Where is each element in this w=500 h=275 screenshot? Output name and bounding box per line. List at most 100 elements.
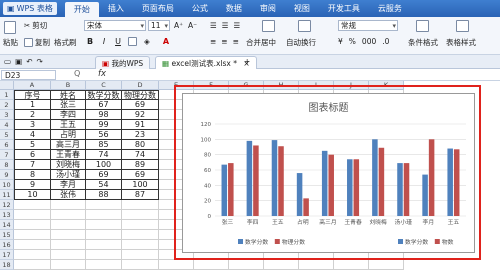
cell-b3[interactable]: 李四 [51,110,86,120]
percent-button[interactable]: % [349,37,356,46]
chart-object[interactable]: 图表标题 0 20 40 60 80 100 120 张三 李四 王五 占明 高三月 王青春 刘晓梅 汤小瑾 李… [182,93,475,253]
cell-i18[interactable] [299,260,334,270]
row-header-16[interactable]: 16 [0,240,14,250]
save-icon[interactable]: ▣ [15,57,22,66]
number-format-select[interactable]: 常规 [338,20,398,31]
cell-b12[interactable] [51,200,86,210]
cell-d7[interactable]: 74 [122,150,159,160]
cell-f18[interactable] [194,260,229,270]
cell-c1[interactable]: 数学分数 [86,90,122,100]
cell-d14[interactable] [122,220,159,230]
cell-a5[interactable]: 4 [14,130,51,140]
cell-a18[interactable] [14,260,51,270]
menu-formula[interactable]: 公式 [183,0,217,17]
column-header-j[interactable]: J [334,81,369,90]
cell-c7[interactable]: 74 [86,150,122,160]
align-center-icon[interactable]: ≡ [221,37,227,46]
cell-d12[interactable] [122,200,159,210]
cell-c16[interactable] [86,240,122,250]
tab-excel-test[interactable]: ▦ excel测试表.xlsx * × [155,56,257,69]
italic-button[interactable]: I [99,37,109,46]
cell-b7[interactable]: 王青春 [51,150,86,160]
cell-j18[interactable] [334,260,369,270]
font-grow-button[interactable]: A⁺ [174,21,183,30]
cell-b14[interactable] [51,220,86,230]
column-header-b[interactable]: B [51,81,86,90]
row-header-14[interactable]: 14 [0,220,14,230]
column-header-a[interactable]: A [14,81,51,90]
wps-app-button[interactable]: ▣ WPS 表格 [3,2,57,15]
row-header-9[interactable]: 9 [0,170,14,180]
cell-d10[interactable]: 100 [122,180,159,190]
font-name-select[interactable]: 宋体 [84,20,146,31]
row-header-5[interactable]: 5 [0,130,14,140]
merge-center-icon-button[interactable] [262,20,275,32]
cell-a6[interactable]: 5 [14,140,51,150]
redo-icon[interactable]: ↷ [36,57,42,66]
row-header-13[interactable]: 13 [0,210,14,220]
column-header-i[interactable]: I [299,81,334,90]
search-function-icon[interactable]: Q [74,69,80,78]
format-painter-button[interactable]: 格式刷 [54,37,77,48]
align-bottom-icon[interactable]: ☰ [233,21,240,30]
cell-b11[interactable]: 张伟 [51,190,86,200]
tab-my-wps[interactable]: ▣ 我的WPS [95,56,151,69]
merge-center-button[interactable]: 合并居中 [246,37,276,48]
table-style-button[interactable]: 表格样式 [446,37,476,48]
cell-h18[interactable] [264,260,299,270]
cell-a14[interactable] [14,220,51,230]
cell-a8[interactable]: 7 [14,160,51,170]
menu-developer[interactable]: 开发工具 [319,0,369,17]
cell-c5[interactable]: 56 [86,130,122,140]
align-right-icon[interactable]: ≡ [233,37,239,46]
wrap-text-button[interactable]: 自动换行 [286,37,316,48]
row-header-3[interactable]: 3 [0,110,14,120]
name-box[interactable]: D23 [1,70,56,80]
menu-data[interactable]: 数据 [217,0,251,17]
folder-icon[interactable]: ▭ [4,57,11,66]
cell-c11[interactable]: 88 [86,190,122,200]
cell-a4[interactable]: 3 [14,120,51,130]
cell-b9[interactable]: 汤小瑾 [51,170,86,180]
cell-c14[interactable] [86,220,122,230]
cell-c4[interactable]: 99 [86,120,122,130]
row-header-1[interactable]: 1 [0,90,14,100]
row-header-18[interactable]: 18 [0,260,14,270]
cell-a10[interactable]: 9 [14,180,51,190]
undo-icon[interactable]: ↶ [26,57,32,66]
cell-d9[interactable]: 69 [122,170,159,180]
cell-c6[interactable]: 85 [86,140,122,150]
cell-a16[interactable] [14,240,51,250]
cell-d1[interactable]: 物理分数 [122,90,159,100]
font-shrink-button[interactable]: A⁻ [188,21,197,30]
cell-b5[interactable]: 占明 [51,130,86,140]
menu-insert[interactable]: 插入 [99,0,133,17]
menu-home[interactable]: 开始 [64,2,99,17]
cell-c2[interactable]: 67 [86,100,122,110]
cell-a1[interactable]: 序号 [14,90,51,100]
cell-a17[interactable] [14,250,51,260]
cell-d5[interactable]: 23 [122,130,159,140]
row-header-15[interactable]: 15 [0,230,14,240]
cell-k18[interactable] [369,260,404,270]
cell-b8[interactable]: 刘晓梅 [51,160,86,170]
cell-a11[interactable]: 10 [14,190,51,200]
cell-d16[interactable] [122,240,159,250]
row-header-2[interactable]: 2 [0,100,14,110]
cell-d15[interactable] [122,230,159,240]
cell-a7[interactable]: 6 [14,150,51,160]
cell-a3[interactable]: 2 [14,110,51,120]
cell-a2[interactable]: 1 [14,100,51,110]
row-header-8[interactable]: 8 [0,160,14,170]
cell-c9[interactable]: 69 [86,170,122,180]
cell-g18[interactable] [229,260,264,270]
wrap-text-icon-button[interactable] [298,20,311,32]
select-all-corner[interactable] [0,81,14,90]
cell-c3[interactable]: 98 [86,110,122,120]
decimal-icon[interactable]: .0 [382,37,389,46]
cell-c17[interactable] [86,250,122,260]
font-size-select[interactable]: 11 [148,20,170,31]
cell-b2[interactable]: 张三 [51,100,86,110]
cell-a15[interactable] [14,230,51,240]
conditional-format-button[interactable]: 条件格式 [408,37,438,48]
